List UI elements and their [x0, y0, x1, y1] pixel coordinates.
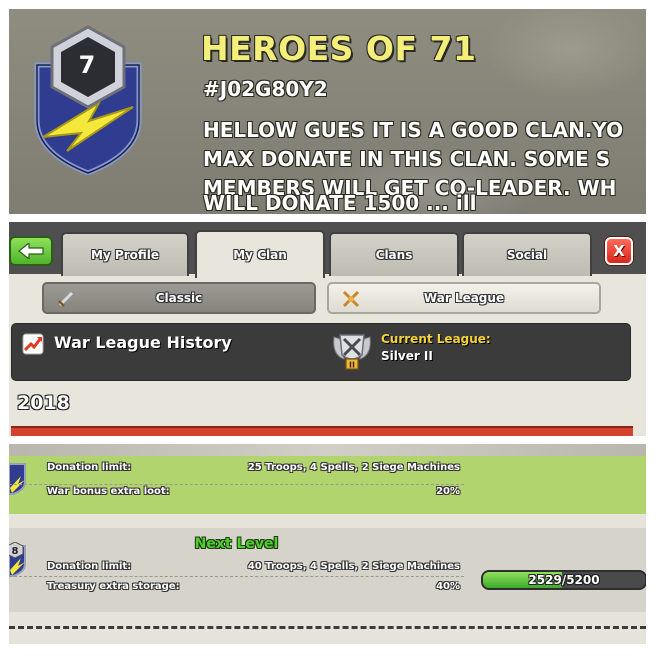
chart-up-icon	[22, 333, 44, 355]
clan-tag: #J02G80Y2	[203, 77, 328, 101]
tab-my-profile[interactable]: My Profile	[61, 232, 189, 276]
tab-my-clan[interactable]: My Clan	[195, 230, 325, 278]
clan-name: HEROES OF 71	[201, 29, 477, 68]
next-donation-limit-value: 40 Troops, 4 Spells, 2 Siege Machines	[247, 561, 460, 572]
clan-badge-icon	[34, 25, 142, 175]
tab-clans[interactable]: Clans	[329, 232, 459, 276]
clan-profile-panel: 7 HEROES OF 71 #J02G80Y2 HELLOW GUES IT …	[9, 9, 646, 214]
season-row-strip	[11, 426, 633, 436]
clan-xp-progress-bar: 2529/5200	[481, 570, 646, 590]
subtab-war-league[interactable]: War League	[327, 282, 601, 314]
clan-description: HELLOW GUES IT IS A GOOD CLAN.YO MAX DON…	[203, 116, 646, 214]
season-year: 2018	[17, 392, 70, 414]
donation-limit-value: 25 Troops, 4 Spells, 2 Siege Machines	[247, 462, 460, 473]
perk-row-divider	[9, 576, 464, 577]
perk-row-divider	[9, 484, 464, 485]
current-league-value: Silver II	[381, 349, 433, 363]
treasury-storage-label: Treasury extra storage:	[47, 581, 180, 592]
subtab-classic[interactable]: Classic	[42, 282, 316, 314]
subtab-classic-label: Classic	[155, 291, 203, 305]
description-line: WILL DONATE 1500 ... ill	[203, 191, 477, 214]
war-bonus-value: 20%	[436, 486, 460, 497]
war-league-history-header: War League History II Current League: Si…	[11, 323, 631, 381]
league-badge-icon: II	[333, 334, 371, 370]
clan-window-panel: My Profile My Clan Clans Social X Classi…	[9, 222, 646, 436]
divider-stripe	[9, 444, 646, 456]
next-level-title: Next Level	[194, 536, 279, 552]
tab-bar: My Profile My Clan Clans Social X	[9, 222, 646, 278]
subtab-war-league-label: War League	[423, 291, 505, 305]
war-bonus-label: War bonus extra loot:	[47, 486, 170, 497]
tab-social[interactable]: Social	[462, 232, 592, 276]
treasury-storage-value: 40%	[436, 581, 460, 592]
description-line: HELLOW GUES IT IS A GOOD CLAN.YO	[203, 118, 624, 142]
next-level-badge-text: 8	[11, 546, 19, 557]
description-line: MAX DONATE IN THIS CLAN. SOME S	[203, 147, 611, 171]
clan-xp-progress-text: 2529/5200	[528, 573, 600, 587]
back-arrow-icon	[18, 243, 44, 259]
svg-text:II: II	[349, 361, 355, 370]
next-donation-limit-label: Donation limit:	[47, 561, 132, 572]
close-button[interactable]: X	[605, 237, 633, 265]
clan-level-badge-text: 7	[78, 51, 96, 79]
donation-limit-label: Donation limit:	[47, 462, 132, 473]
back-button[interactable]	[9, 236, 53, 266]
clan-perks-panel: Donation limit: 25 Troops, 4 Spells, 2 S…	[9, 444, 646, 644]
level-shield-icon	[9, 463, 26, 495]
current-level-perks: Donation limit: 25 Troops, 4 Spells, 2 S…	[9, 456, 646, 514]
current-league-label: Current League:	[381, 332, 491, 346]
war-league-history-title: War League History	[54, 333, 232, 352]
section-divider	[9, 626, 646, 629]
